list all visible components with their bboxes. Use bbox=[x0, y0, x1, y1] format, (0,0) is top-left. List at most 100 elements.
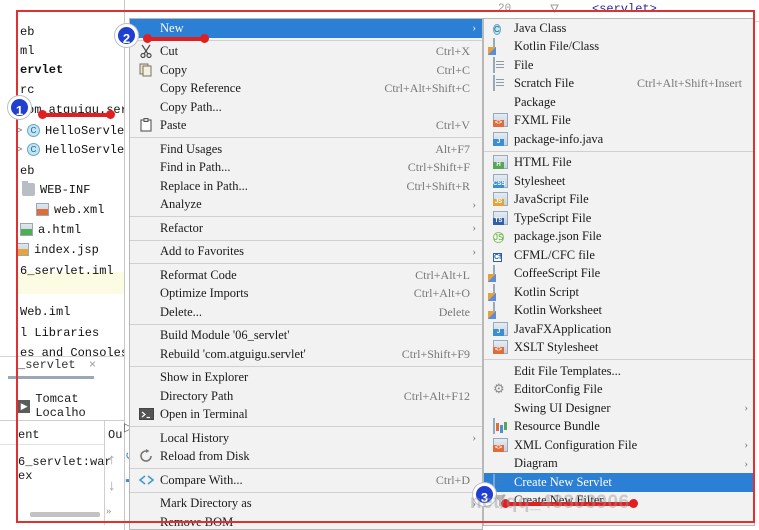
scroll-down-icon[interactable]: ↓ bbox=[108, 478, 116, 495]
menu-item-build-module-06-servlet[interactable]: Build Module '06_servlet' bbox=[130, 327, 482, 346]
new-item-package-json-file[interactable]: JS package.json File bbox=[484, 228, 754, 247]
menu-item-find-in-path[interactable]: Find in Path... Ctrl+Shift+F bbox=[130, 159, 482, 178]
tree-item-ahtml[interactable]: a.html bbox=[20, 220, 81, 239]
menu-item-label: XML Configuration File bbox=[514, 437, 638, 452]
tree-item-webinf[interactable]: WEB-INF bbox=[22, 180, 90, 199]
menu-item-rebuild-com-atguigu-servlet[interactable]: Rebuild 'com.atguigu.servlet' Ctrl+Shift+… bbox=[130, 345, 482, 364]
tree-item-indexjsp[interactable]: index.jsp bbox=[16, 240, 99, 259]
menu-item-reload-from-disk[interactable]: Reload from Disk bbox=[130, 448, 482, 467]
tree-item-libraries[interactable]: l Libraries bbox=[18, 323, 99, 342]
new-item-swing-ui-designer[interactable]: Swing UI Designer › bbox=[484, 399, 754, 418]
menu-item-analyze[interactable]: Analyze › bbox=[130, 196, 482, 215]
menu-item-label: Copy Path... bbox=[160, 99, 222, 114]
new-item-file[interactable]: File bbox=[484, 56, 754, 75]
horizontal-scrollbar[interactable] bbox=[30, 512, 100, 517]
new-item-scratch-file[interactable]: Scratch File Ctrl+Alt+Shift+Insert bbox=[484, 75, 754, 94]
new-item-html-file[interactable]: H HTML File bbox=[484, 154, 754, 173]
new-item-coffeescript-file[interactable]: CoffeeScript File bbox=[484, 265, 754, 284]
terminal-icon bbox=[139, 407, 155, 422]
menu-item-paste[interactable]: Paste Ctrl+V bbox=[130, 117, 482, 136]
tree-item-label: l Libraries bbox=[20, 325, 100, 340]
tree-item-web[interactable]: eb bbox=[18, 22, 34, 41]
menu-item-show-in-explorer[interactable]: Show in Explorer bbox=[130, 369, 482, 388]
new-item-create-new-servlet[interactable]: Create New Servlet bbox=[484, 473, 754, 492]
new-item-typescript-file[interactable]: TS TypeScript File bbox=[484, 209, 754, 228]
xml-config-icon: <> bbox=[493, 437, 509, 453]
close-icon[interactable]: × bbox=[89, 358, 96, 372]
menu-item-label: Swing UI Designer bbox=[514, 400, 611, 415]
tree-item-xml[interactable]: ml bbox=[18, 41, 34, 60]
cfml-file-icon: Cf bbox=[493, 252, 503, 262]
menu-item-label: CFML/CFC file bbox=[514, 247, 595, 262]
tree-item-servlet-module[interactable]: ervlet bbox=[18, 60, 63, 79]
new-item-diagram[interactable]: Diagram › bbox=[484, 455, 754, 474]
panel-divider-horizontal-2 bbox=[0, 444, 104, 445]
menu-item-remove-bom[interactable]: Remove BOM bbox=[130, 513, 482, 530]
run-icon[interactable]: ▶ bbox=[18, 399, 31, 413]
menu-item-copy-path[interactable]: Copy Path... bbox=[130, 98, 482, 117]
new-item-cfml-cfc-file[interactable]: Cf CFML/CFC file bbox=[484, 246, 754, 265]
new-item-javascript-file[interactable]: JS JavaScript File bbox=[484, 191, 754, 210]
new-item-editorconfig-file[interactable]: ⚙ EditorConfig File bbox=[484, 381, 754, 400]
tree-item-label: ervlet bbox=[20, 62, 64, 77]
tree-item-label: index.jsp bbox=[34, 242, 99, 257]
tomcat-run-config[interactable]: ▶ Tomcat Localho bbox=[18, 392, 124, 420]
tree-item-web-iml[interactable]: Web.iml bbox=[18, 302, 70, 321]
tree-item-helloservlet2[interactable]: > C HelloServlet2 bbox=[17, 140, 124, 159]
menu-item-label: Kotlin Script bbox=[514, 284, 579, 299]
tree-item-label: web.xml bbox=[54, 202, 105, 217]
annotation-dot-1b bbox=[106, 110, 115, 119]
code-fold-icon[interactable] bbox=[550, 4, 559, 13]
new-item-xslt-stylesheet[interactable]: <> XSLT Stylesheet bbox=[484, 339, 754, 358]
menu-item-copy-reference[interactable]: Copy Reference Ctrl+Alt+Shift+C bbox=[130, 80, 482, 99]
new-item-resource-bundle[interactable]: Resource Bundle bbox=[484, 418, 754, 437]
menu-item-cut[interactable]: Cut Ctrl+X bbox=[130, 43, 482, 62]
tree-item-helloservlet[interactable]: > C HelloServlet bbox=[17, 121, 124, 140]
new-item-kotlin-worksheet[interactable]: Kotlin Worksheet bbox=[484, 302, 754, 321]
menu-item-open-in-terminal[interactable]: Open in Terminal bbox=[130, 406, 482, 425]
menu-item-delete[interactable]: Delete... Delete bbox=[130, 303, 482, 322]
menu-item-replace-in-path[interactable]: Replace in Path... Ctrl+Shift+R bbox=[130, 177, 482, 196]
context-menu[interactable]: New › Cut Ctrl+X Copy Ctrl+C Copy Reference Ctr… bbox=[129, 18, 483, 530]
expand-arrow-icon[interactable]: > bbox=[17, 145, 27, 155]
menu-item-refactor[interactable]: Refactor › bbox=[130, 219, 482, 238]
new-item-package[interactable]: Package bbox=[484, 93, 754, 112]
new-item-package-info-java[interactable]: Jpackage-info.java bbox=[484, 130, 754, 149]
tree-item-web2[interactable]: eb bbox=[18, 161, 34, 180]
menu-item-add-to-favorites[interactable]: Add to Favorites › bbox=[130, 243, 482, 262]
menu-item-label: Package bbox=[514, 94, 556, 109]
new-item-javafxapplication[interactable]: J JavaFXApplication bbox=[484, 320, 754, 339]
new-item-java-class[interactable]: C Java Class bbox=[484, 19, 754, 38]
menu-item-new[interactable]: New › bbox=[130, 19, 482, 38]
new-submenu[interactable]: C Java Class Kotlin File/Class File Scratch … bbox=[483, 18, 755, 526]
tree-item-webxml[interactable]: web.xml bbox=[36, 200, 104, 219]
watermark: net/qq_43303906 bbox=[470, 492, 630, 513]
menu-item-copy[interactable]: Copy Ctrl+C bbox=[130, 61, 482, 80]
scroll-up-icon[interactable]: ↑ bbox=[108, 452, 116, 469]
menu-item-directory-path[interactable]: Directory Path Ctrl+Alt+F12 bbox=[130, 387, 482, 406]
menu-item-optimize-imports[interactable]: Optimize Imports Ctrl+Alt+O bbox=[130, 285, 482, 304]
run-tab[interactable]: _servlet × bbox=[18, 358, 96, 372]
menu-item-find-usages[interactable]: Find Usages Alt+F7 bbox=[130, 140, 482, 159]
menu-item-shortcut: Ctrl+Shift+F9 bbox=[401, 346, 470, 361]
new-item-kotlin-file-class[interactable]: Kotlin File/Class bbox=[484, 38, 754, 57]
new-item-kotlin-script[interactable]: Kotlin Script bbox=[484, 283, 754, 302]
ts-file-icon: TS bbox=[493, 210, 509, 226]
new-item-edit-file-templates[interactable]: Edit File Templates... bbox=[484, 362, 754, 381]
menu-item-label: Add to Favorites bbox=[160, 244, 245, 259]
menu-item-compare-with[interactable]: Compare With... Ctrl+D bbox=[130, 471, 482, 490]
new-item-stylesheet[interactable]: CSS Stylesheet bbox=[484, 172, 754, 191]
more-chevron-icon[interactable]: » bbox=[106, 505, 112, 517]
javafx-icon: J bbox=[493, 321, 509, 337]
compare-icon bbox=[138, 473, 155, 488]
menu-item-local-history[interactable]: Local History › bbox=[130, 429, 482, 448]
tree-item-servlet-iml[interactable]: 6_servlet.iml bbox=[18, 261, 114, 280]
menu-item-reformat-code[interactable]: Reformat Code Ctrl+Alt+L bbox=[130, 266, 482, 285]
expand-arrow-icon[interactable]: > bbox=[17, 126, 27, 136]
menu-item-mark-directory-as[interactable]: Mark Directory as › bbox=[130, 495, 482, 514]
new-item-fxml-file[interactable]: <> FXML File bbox=[484, 112, 754, 131]
menu-item-shortcut: Ctrl+Shift+R bbox=[406, 178, 470, 193]
new-item-xml-configuration-file[interactable]: <> XML Configuration File › bbox=[484, 436, 754, 455]
tree-item-label: WEB-INF bbox=[40, 182, 91, 197]
menu-item-label: Local History bbox=[160, 430, 230, 445]
